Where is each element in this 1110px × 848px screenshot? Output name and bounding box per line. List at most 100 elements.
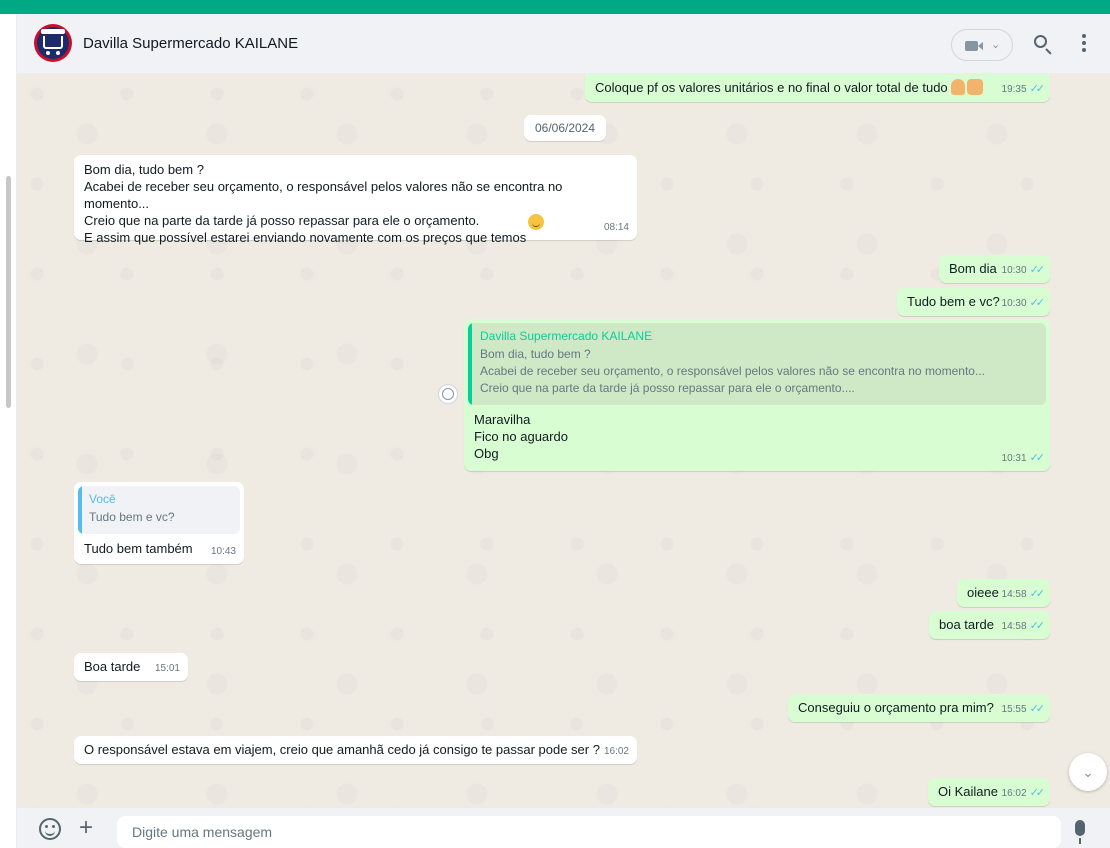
message-text: Oi Kailane bbox=[938, 784, 998, 799]
quote-bar bbox=[468, 323, 472, 405]
top-accent-bar bbox=[0, 0, 1110, 14]
quote-author: Você bbox=[89, 492, 116, 506]
message-incoming[interactable]: O responsável estava em viajem, creio qu… bbox=[74, 736, 637, 764]
quote-text: Bom dia, tudo bem ? Acabei de receber se… bbox=[480, 347, 985, 395]
read-ticks-icon: ✓✓ bbox=[1029, 83, 1046, 95]
message-outgoing[interactable]: Davilla Supermercado KAILANE Bom dia, tu… bbox=[464, 319, 1050, 471]
message-time: 10:30 ✓✓ bbox=[1001, 295, 1046, 312]
message-text: Bom dia bbox=[949, 261, 997, 276]
video-camera-lens bbox=[978, 42, 983, 50]
time-value: 16:02 bbox=[603, 746, 629, 757]
message-input[interactable]: Digite uma mensagem bbox=[117, 816, 1061, 848]
chevron-down-icon: ⌄ bbox=[1082, 764, 1094, 780]
time-value: 10:31 bbox=[1001, 453, 1027, 464]
cart-icon bbox=[43, 36, 63, 49]
read-ticks-icon: ✓✓ bbox=[1029, 588, 1046, 600]
plus-icon[interactable]: + bbox=[79, 816, 93, 840]
video-call-button[interactable]: ⌄ bbox=[951, 29, 1013, 61]
left-scrollbar[interactable] bbox=[6, 176, 11, 408]
message-time: 14:58 ✓✓ bbox=[1001, 618, 1046, 635]
message-time: 08:14 bbox=[604, 219, 629, 236]
menu-dot bbox=[1082, 41, 1086, 45]
smiling-face-icon bbox=[528, 214, 544, 230]
message-time: 16:02 bbox=[604, 743, 629, 760]
message-text: Tudo bem também bbox=[84, 541, 193, 556]
menu-dot bbox=[1082, 34, 1086, 38]
message-text: oieee bbox=[967, 585, 999, 600]
microphone-icon[interactable] bbox=[1075, 820, 1085, 844]
composer-bar: + Digite uma mensagem bbox=[17, 808, 1110, 848]
time-value: 14:58 bbox=[1001, 589, 1027, 600]
read-ticks-icon: ✓✓ bbox=[1029, 787, 1046, 799]
avatar[interactable] bbox=[34, 24, 72, 62]
message-outgoing[interactable]: Coloque pf os valores unitários e no fin… bbox=[585, 74, 1050, 102]
time-value: 14:58 bbox=[1001, 621, 1027, 632]
message-outgoing[interactable]: Conseguiu o orçamento pra mim? 15:55 ✓✓ bbox=[788, 694, 1050, 722]
avatar-banner bbox=[41, 29, 65, 34]
message-outgoing[interactable]: Bom dia 10:30 ✓✓ bbox=[939, 255, 1050, 283]
menu-dot bbox=[1082, 48, 1086, 52]
cart-wheel bbox=[56, 51, 60, 55]
time-value: 15:01 bbox=[154, 663, 180, 674]
message-outgoing[interactable]: oieee 14:58 ✓✓ bbox=[957, 579, 1050, 607]
time-value: 10:30 bbox=[1001, 298, 1027, 309]
message-time: 15:01 bbox=[155, 660, 180, 677]
time-value: 15:55 bbox=[1001, 704, 1027, 715]
video-camera-icon bbox=[965, 41, 978, 51]
time-value: 08:14 bbox=[603, 222, 629, 233]
emoji-icon[interactable] bbox=[39, 818, 61, 840]
message-text: boa tarde bbox=[939, 617, 994, 632]
message-text: Coloque pf os valores unitários e no fin… bbox=[595, 79, 984, 96]
message-incoming[interactable]: Bom dia, tudo bem ? Acabei de receber se… bbox=[74, 155, 637, 245]
message-text: O responsável estava em viajem, creio qu… bbox=[84, 742, 600, 757]
date-divider: 06/06/2024 bbox=[524, 115, 606, 141]
chat-panel[interactable]: Coloque pf os valores unitários e no fin… bbox=[17, 74, 1110, 808]
search-button[interactable] bbox=[1031, 32, 1055, 56]
message-text: Boa tarde bbox=[84, 659, 141, 674]
praying-hands-icon bbox=[951, 79, 966, 95]
chat-header: Davilla Supermercado KAILANE ⌄ bbox=[17, 14, 1110, 74]
message-text: Maravilha Fico no aguardo Obg bbox=[474, 412, 568, 461]
time-value: 10:43 bbox=[210, 546, 236, 557]
message-time: 10:30 ✓✓ bbox=[1001, 262, 1046, 279]
message-time: 10:31 ✓✓ bbox=[1001, 450, 1046, 467]
message-time: 14:58 ✓✓ bbox=[1001, 586, 1046, 603]
message-outgoing[interactable]: boa tarde 14:58 ✓✓ bbox=[929, 611, 1050, 639]
message-time: 15:55 ✓✓ bbox=[1001, 701, 1046, 718]
read-ticks-icon: ✓✓ bbox=[1029, 264, 1046, 276]
message-text-content: Coloque pf os valores unitários e no fin… bbox=[595, 80, 948, 95]
quoted-message[interactable]: Você Tudo bem e vc? bbox=[78, 486, 240, 534]
message-time: 16:02 ✓✓ bbox=[1001, 785, 1046, 802]
message-incoming[interactable]: Boa tarde 15:01 bbox=[74, 653, 188, 681]
message-time: 10:43 bbox=[211, 543, 236, 560]
message-incoming[interactable]: Você Tudo bem e vc? Tudo bem também 10:4… bbox=[74, 482, 244, 564]
contact-name[interactable]: Davilla Supermercado KAILANE bbox=[83, 35, 298, 52]
message-outgoing[interactable]: Tudo bem e vc? 10:30 ✓✓ bbox=[897, 288, 1050, 316]
message-outgoing[interactable]: Oi Kailane 16:02 ✓✓ bbox=[928, 778, 1050, 806]
cart-wheel bbox=[46, 51, 50, 55]
scroll-to-bottom-button[interactable]: ⌄ bbox=[1069, 753, 1107, 791]
left-panel-edge bbox=[0, 14, 17, 848]
search-icon bbox=[1034, 35, 1047, 48]
read-ticks-icon: ✓✓ bbox=[1029, 620, 1046, 632]
message-text: Tudo bem e vc? bbox=[907, 294, 1000, 309]
message-time: 19:35 ✓✓ bbox=[1001, 81, 1046, 98]
quoted-message[interactable]: Davilla Supermercado KAILANE Bom dia, tu… bbox=[468, 323, 1046, 405]
read-ticks-icon: ✓✓ bbox=[1029, 452, 1046, 464]
read-ticks-icon: ✓✓ bbox=[1029, 297, 1046, 309]
time-value: 10:30 bbox=[1001, 265, 1027, 276]
time-value: 16:02 bbox=[1001, 788, 1027, 799]
quote-author: Davilla Supermercado KAILANE bbox=[480, 329, 653, 343]
message-text: Bom dia, tudo bem ? Acabei de receber se… bbox=[84, 162, 563, 245]
search-icon-handle bbox=[1045, 48, 1052, 55]
emoji-reaction-button[interactable] bbox=[438, 384, 458, 404]
quote-bar bbox=[78, 486, 82, 534]
smiley-icon bbox=[442, 388, 454, 400]
read-ticks-icon: ✓✓ bbox=[1029, 703, 1046, 715]
message-text: Conseguiu o orçamento pra mim? bbox=[798, 700, 994, 715]
time-value: 19:35 bbox=[1001, 84, 1027, 95]
thumbs-up-icon bbox=[967, 79, 984, 95]
quote-text: Tudo bem e vc? bbox=[89, 510, 175, 524]
chevron-down-icon: ⌄ bbox=[991, 39, 1001, 51]
more-vertical-icon[interactable] bbox=[1081, 34, 1087, 54]
